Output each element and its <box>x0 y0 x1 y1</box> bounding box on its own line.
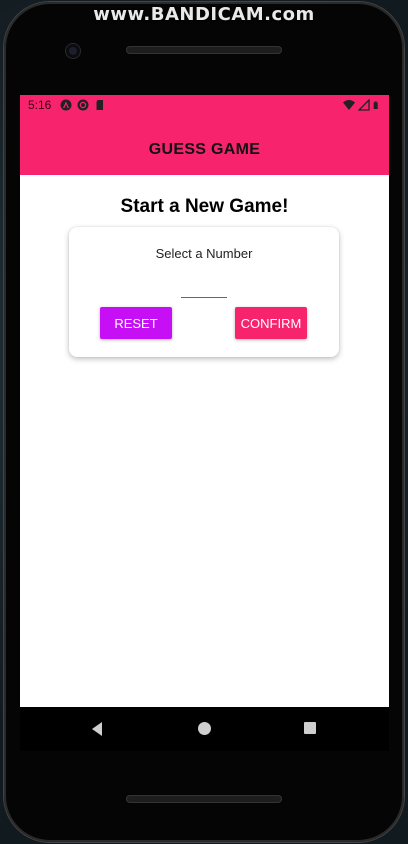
navigation-bar <box>20 707 389 751</box>
status-time: 5:16 <box>28 98 52 112</box>
watermark-text: www.BANDICAM.com <box>93 4 315 25</box>
status-right-icons <box>343 99 381 111</box>
home-icon[interactable] <box>198 722 211 735</box>
battery-icon <box>373 101 378 109</box>
wifi-icon <box>343 100 355 110</box>
confirm-button[interactable]: CONFIRM <box>235 307 307 339</box>
select-number-label: Select a Number <box>155 246 253 261</box>
page-title: Start a New Game! <box>120 196 289 217</box>
app-bar: GUESS GAME <box>20 115 389 175</box>
app-screen: 5:16 GUESS GAME Start a New Game! Select… <box>20 95 389 707</box>
app-bar-title: GUESS GAME <box>148 141 261 158</box>
back-icon[interactable] <box>90 721 104 737</box>
recents-icon[interactable] <box>304 722 316 734</box>
reset-button[interactable]: RESET <box>100 307 172 339</box>
signal-icon <box>358 99 370 111</box>
bottom-speaker-grille <box>126 795 282 803</box>
status-left-icons <box>60 99 106 111</box>
status-bar: 5:16 <box>20 95 389 115</box>
android-auto-icon <box>60 99 72 111</box>
sync-icon <box>77 99 89 111</box>
sd-card-icon <box>96 100 103 110</box>
number-input[interactable] <box>181 277 227 298</box>
front-camera-icon <box>66 44 80 58</box>
start-game-card: Select a Number RESET CONFIRM <box>69 227 339 357</box>
top-speaker-grille <box>126 46 282 54</box>
